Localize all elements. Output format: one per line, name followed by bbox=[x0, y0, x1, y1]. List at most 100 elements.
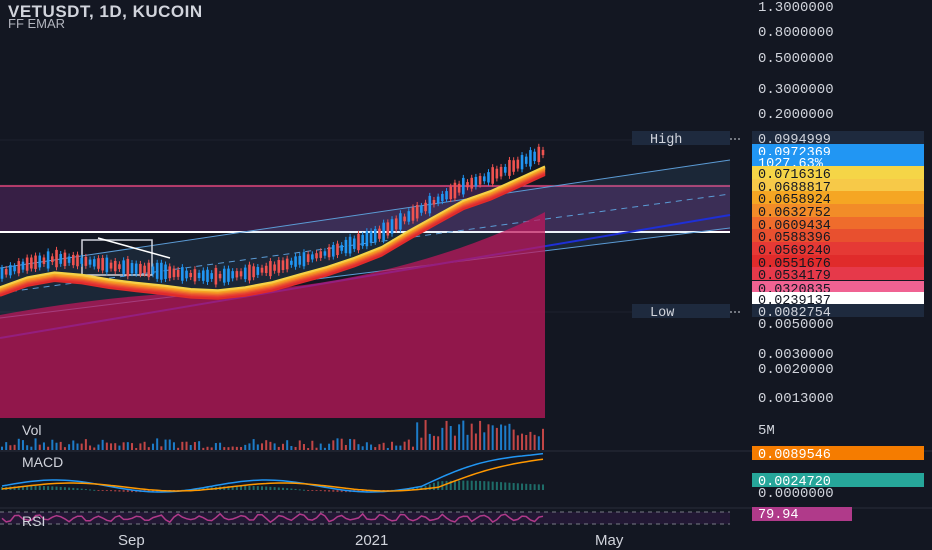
macd-histogram-bar bbox=[458, 480, 461, 490]
candle bbox=[403, 216, 406, 222]
macd-histogram-bar bbox=[101, 490, 104, 491]
macd-histogram-bar bbox=[445, 480, 448, 490]
candle bbox=[210, 273, 213, 279]
candle bbox=[88, 259, 92, 265]
indicator-label[interactable]: FF EMAR bbox=[8, 16, 65, 31]
macd-histogram-bar bbox=[97, 490, 100, 491]
macd-histogram-bar bbox=[244, 485, 247, 490]
candle bbox=[130, 263, 134, 274]
volume-bar bbox=[462, 420, 465, 450]
candle bbox=[474, 176, 478, 187]
volume-bar bbox=[374, 447, 377, 450]
macd-label: MACD bbox=[22, 454, 64, 470]
volume-bar bbox=[227, 447, 230, 450]
candle bbox=[252, 266, 255, 278]
volume-bar bbox=[428, 433, 431, 450]
candle bbox=[176, 269, 180, 277]
macd-histogram-bar bbox=[55, 486, 58, 490]
candle bbox=[164, 264, 167, 279]
volume-bar bbox=[323, 447, 326, 450]
candle bbox=[9, 265, 12, 276]
volume-bar bbox=[319, 443, 322, 450]
candle bbox=[122, 260, 125, 274]
candle bbox=[181, 267, 184, 281]
volume-bar bbox=[223, 447, 226, 450]
candle bbox=[512, 160, 515, 172]
macd-histogram-bar bbox=[504, 482, 507, 490]
macd-histogram-bar bbox=[281, 487, 284, 490]
volume-bar bbox=[248, 443, 251, 450]
volume-bar bbox=[286, 440, 289, 450]
candle bbox=[369, 231, 373, 243]
volume-bar bbox=[84, 439, 87, 450]
macd-histogram-bar bbox=[84, 489, 87, 491]
macd-histogram-bar bbox=[500, 482, 503, 490]
volume-bar bbox=[491, 425, 494, 450]
candle bbox=[386, 222, 390, 236]
candle bbox=[533, 151, 536, 162]
macd-histogram-bar bbox=[525, 483, 528, 490]
volume-bar bbox=[403, 441, 406, 450]
candle bbox=[373, 228, 377, 242]
candle bbox=[63, 252, 67, 266]
volume-bar bbox=[307, 447, 310, 450]
macd-histogram-bar bbox=[479, 480, 482, 490]
candle bbox=[126, 258, 130, 277]
macd-histogram-bar bbox=[537, 484, 540, 490]
macd-histogram-bar bbox=[533, 484, 536, 490]
candle bbox=[428, 195, 432, 214]
candle bbox=[59, 253, 63, 264]
volume-bar bbox=[110, 443, 113, 450]
candle bbox=[151, 266, 155, 275]
volume-bar bbox=[386, 447, 389, 450]
volume-bar bbox=[449, 426, 452, 450]
candle bbox=[118, 264, 121, 269]
volume-bar bbox=[290, 445, 293, 450]
candle bbox=[520, 155, 524, 170]
price-axis-label: 0.8000000 bbox=[758, 25, 834, 41]
candle bbox=[227, 268, 230, 282]
volume-bar bbox=[42, 442, 45, 450]
volume-bar bbox=[72, 440, 75, 450]
volume-bar bbox=[432, 435, 435, 450]
macd-histogram-bar bbox=[470, 480, 473, 490]
candle bbox=[365, 231, 369, 247]
macd-histogram-bar bbox=[105, 490, 108, 491]
candle bbox=[457, 183, 461, 193]
candle bbox=[51, 256, 54, 263]
macd-histogram-bar bbox=[114, 490, 117, 492]
macd-histogram-bar bbox=[269, 486, 272, 490]
volume-bar bbox=[525, 434, 528, 450]
candle bbox=[478, 175, 482, 185]
candle bbox=[277, 260, 281, 273]
volume-bar bbox=[135, 447, 138, 450]
macd-histogram-bar bbox=[59, 486, 62, 490]
macd-histogram-bar bbox=[51, 486, 54, 490]
candle bbox=[541, 149, 545, 156]
volume-bar bbox=[361, 446, 364, 450]
macd-histogram-bar bbox=[462, 480, 465, 490]
chart-canvas[interactable]: 1.3000000 0.8000000 0.5000000 0.3000000 0.20… bbox=[0, 0, 932, 550]
candle bbox=[466, 182, 469, 188]
volume-bar bbox=[156, 438, 159, 450]
candle bbox=[361, 234, 364, 246]
candle bbox=[394, 218, 398, 230]
candle bbox=[382, 222, 385, 241]
macd-histogram-bar bbox=[30, 485, 33, 490]
volume-bar bbox=[105, 442, 108, 450]
volume-bar bbox=[143, 441, 146, 450]
candle bbox=[508, 159, 511, 176]
volume-bar bbox=[420, 437, 423, 450]
volume-bar bbox=[30, 446, 33, 450]
volume-bar bbox=[298, 440, 301, 450]
candle bbox=[449, 186, 453, 200]
candle bbox=[436, 196, 440, 204]
candle bbox=[25, 257, 29, 271]
candle bbox=[524, 156, 528, 164]
volume-bar bbox=[1, 446, 3, 450]
candle bbox=[42, 257, 46, 264]
price-axis-label: 0.2000000 bbox=[758, 107, 834, 123]
volume-bar bbox=[160, 446, 163, 450]
volume-bar bbox=[370, 444, 373, 450]
volume-bar bbox=[424, 420, 427, 450]
